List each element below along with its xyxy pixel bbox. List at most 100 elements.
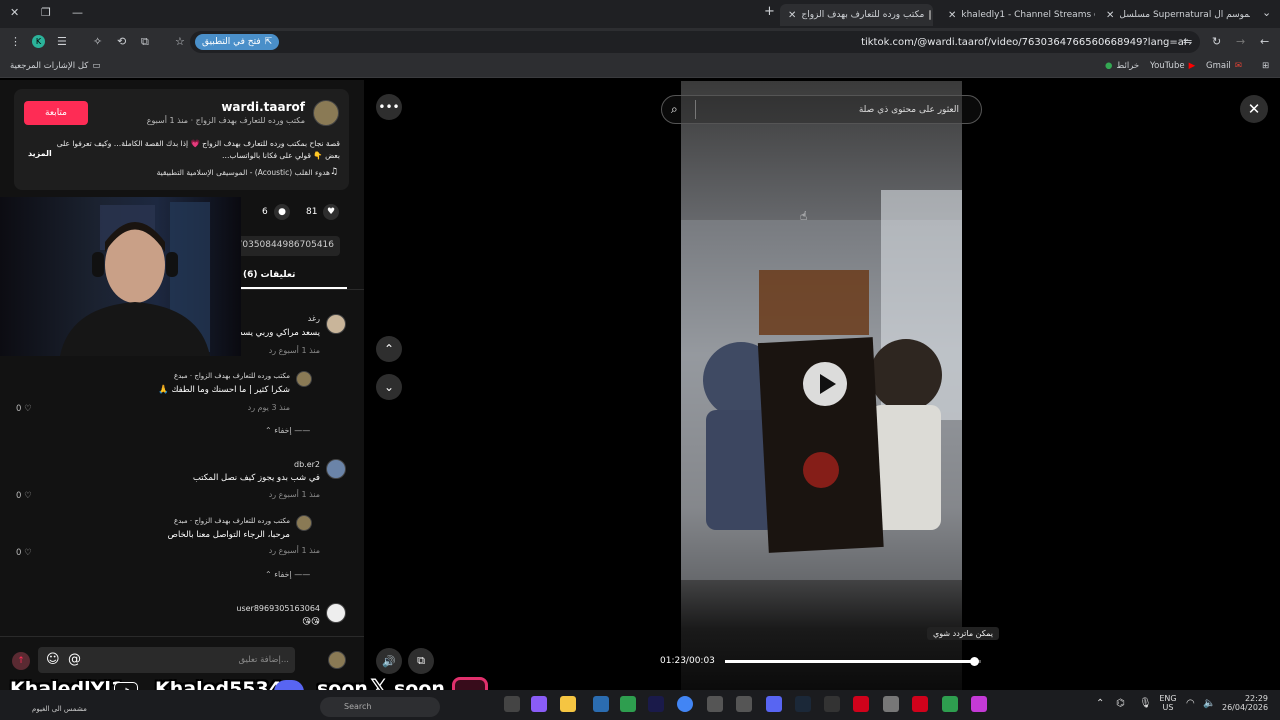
copilot-icon[interactable] <box>531 696 547 712</box>
bookmark-star-icon[interactable]: ☆ <box>175 35 185 48</box>
tab-comments[interactable]: تعليقات (6) <box>243 270 295 280</box>
menu-icon[interactable]: ⋮ <box>10 35 21 48</box>
weather-widget[interactable]: مشمس الى الغيوم <box>32 705 87 713</box>
author-username[interactable]: wardi.taarof <box>120 100 305 114</box>
comment-author[interactable]: مكتب ورده للتعارف بهدف الزواج · مبدع <box>120 372 290 380</box>
screenshot-icon[interactable]: ⟲ <box>117 35 126 48</box>
reading-list-icon[interactable]: ☰ <box>57 35 67 48</box>
comment-author[interactable]: user8969305163064 <box>200 604 320 613</box>
app-icon[interactable] <box>824 696 840 712</box>
progress-handle[interactable] <box>970 657 979 666</box>
comment-like-button[interactable]: 0 ♡ <box>16 491 32 501</box>
related-search-input[interactable]: العثور على محتوى ذي صلة <box>661 95 982 124</box>
author-avatar[interactable] <box>313 100 339 126</box>
app-icon[interactable] <box>942 696 958 712</box>
search-label: Search <box>344 702 372 711</box>
commenter-avatar[interactable] <box>296 371 312 387</box>
extensions-icon[interactable]: ✧ <box>93 35 102 48</box>
mention-icon[interactable]: @ <box>68 652 81 667</box>
bookmark-label: YouTube <box>1150 61 1185 71</box>
tab-tiktok[interactable]: ✕ مكتب ورده للتعارف بهدف الزواج <box>780 4 933 26</box>
comment-author[interactable]: مكتب ورده للتعارف بهدف الزواج · مبدع <box>120 517 290 525</box>
next-video-button[interactable]: ⌄ <box>376 374 402 400</box>
commenter-avatar[interactable] <box>326 603 346 623</box>
close-video-button[interactable]: ✕ <box>1240 95 1268 123</box>
profile-avatar[interactable]: K <box>32 35 45 48</box>
commenter-avatar[interactable] <box>296 515 312 531</box>
apps-grid-icon[interactable]: ⊞ <box>1262 61 1269 71</box>
discord-taskbar-icon[interactable] <box>766 696 782 712</box>
forward-icon[interactable]: → <box>1236 35 1245 48</box>
volume-icon[interactable]: 🔊 <box>376 648 402 674</box>
translate-icon[interactable]: ⧉ <box>141 35 149 49</box>
tab-kick[interactable]: ✕ khaledly1 - Channel Streams o <box>940 4 1095 26</box>
follow-button[interactable]: متابعة <box>24 101 88 125</box>
search-icon[interactable]: ⌕ <box>671 102 678 117</box>
more-options-icon[interactable]: ••• <box>376 94 402 120</box>
music-title[interactable]: هدوء القلب (Acoustic) - الموسيقى الإسلام… <box>110 168 330 177</box>
comment-like-button[interactable]: 0 ♡ <box>16 548 32 558</box>
file-explorer-icon[interactable] <box>560 696 576 712</box>
steam-icon[interactable] <box>795 696 811 712</box>
more-link[interactable]: المزيد <box>28 149 52 158</box>
youtube-icon: ▶ <box>1188 61 1196 71</box>
app-icon[interactable] <box>853 696 869 712</box>
copy-link-field[interactable]: 7035084498670541​6 <box>230 236 340 256</box>
speaker-icon[interactable]: 🔈 <box>1203 698 1215 709</box>
close-icon[interactable]: ✕ <box>948 10 956 21</box>
commenter-avatar[interactable] <box>326 314 346 334</box>
comment-bubble-icon[interactable]: ● <box>274 204 290 220</box>
emoji-icon[interactable]: ☺ <box>46 652 60 667</box>
chrome-icon[interactable] <box>677 696 693 712</box>
window-close-icon[interactable]: ✕ <box>10 6 19 19</box>
app-icon[interactable] <box>736 696 752 712</box>
comment-text: شكرا كثير | ما احسنك وما الطفك 🙏 <box>158 385 290 395</box>
app-icon[interactable] <box>593 696 609 712</box>
comment-author[interactable]: db.er2 <box>200 460 320 469</box>
previous-video-button[interactable]: ⌃ <box>376 336 402 362</box>
heart-icon[interactable]: ♥ <box>323 204 339 220</box>
open-app-icon: ⇱ <box>264 37 273 47</box>
tab-supernatural[interactable]: ✕ مسلسل Supernatural الموسم ال <box>1098 4 1250 26</box>
app-icon[interactable] <box>912 696 928 712</box>
comment-like-button[interactable]: 0 ♡ <box>16 404 32 414</box>
commenter-avatar[interactable] <box>326 459 346 479</box>
wifi-icon[interactable]: ◠ <box>1186 698 1195 709</box>
address-bar[interactable]: tiktok.com/@wardi.taarof/video/763036476… <box>190 31 1200 53</box>
picture-in-picture-icon[interactable]: ⧉ <box>408 648 434 674</box>
play-button[interactable] <box>803 362 847 406</box>
tab-search-icon[interactable]: ⌄ <box>1262 6 1271 19</box>
back-icon[interactable]: ← <box>1260 35 1269 48</box>
site-settings-icon[interactable]: ⇋ <box>1183 35 1192 48</box>
settings-icon[interactable] <box>883 696 899 712</box>
progress-fill <box>725 660 976 663</box>
hide-replies-button[interactable]: ⌃ إخفاء —— <box>265 426 310 435</box>
app-icon[interactable] <box>504 696 520 712</box>
window-restore-icon[interactable]: ❐ <box>41 6 51 19</box>
close-icon[interactable]: ✕ <box>1106 10 1114 21</box>
bookmark-gmail[interactable]: Gmail ✉ <box>1206 61 1242 71</box>
network-tray-icon[interactable]: ⌬ <box>1116 698 1125 709</box>
app-icon[interactable] <box>707 696 723 712</box>
close-icon[interactable]: ✕ <box>788 10 796 21</box>
app-icon[interactable] <box>971 696 987 712</box>
xbox-icon[interactable] <box>620 696 636 712</box>
clock[interactable]: 22:29 26/04/2026 <box>1222 694 1268 712</box>
send-button[interactable]: ↑ <box>12 652 30 670</box>
tray-chevron-icon[interactable]: ⌃ <box>1096 698 1104 709</box>
new-tab-button[interactable]: + <box>764 4 775 19</box>
comment-count: 6 <box>262 207 268 217</box>
video-progress-bar[interactable] <box>725 660 981 663</box>
language-indicator[interactable]: ENG US <box>1158 694 1178 712</box>
reload-icon[interactable]: ↻ <box>1212 35 1221 48</box>
bookmark-youtube[interactable]: YouTube ▶ <box>1150 61 1195 71</box>
bookmark-maps[interactable]: ● خرائط <box>1105 61 1139 71</box>
all-bookmarks[interactable]: كل الإشارات المرجعية ▭ <box>10 61 100 71</box>
window-minimize-icon[interactable]: — <box>72 6 83 19</box>
hide-label: إخفاء <box>274 570 292 579</box>
open-in-app-button[interactable]: فتح في التطبيق ⇱ <box>195 34 280 50</box>
premiere-icon[interactable] <box>648 696 664 712</box>
taskbar-search[interactable]: Search <box>320 697 440 717</box>
mic-tray-icon[interactable]: 🎙 <box>1139 698 1152 709</box>
hide-replies-button[interactable]: ⌃ إخفاء —— <box>265 570 310 579</box>
